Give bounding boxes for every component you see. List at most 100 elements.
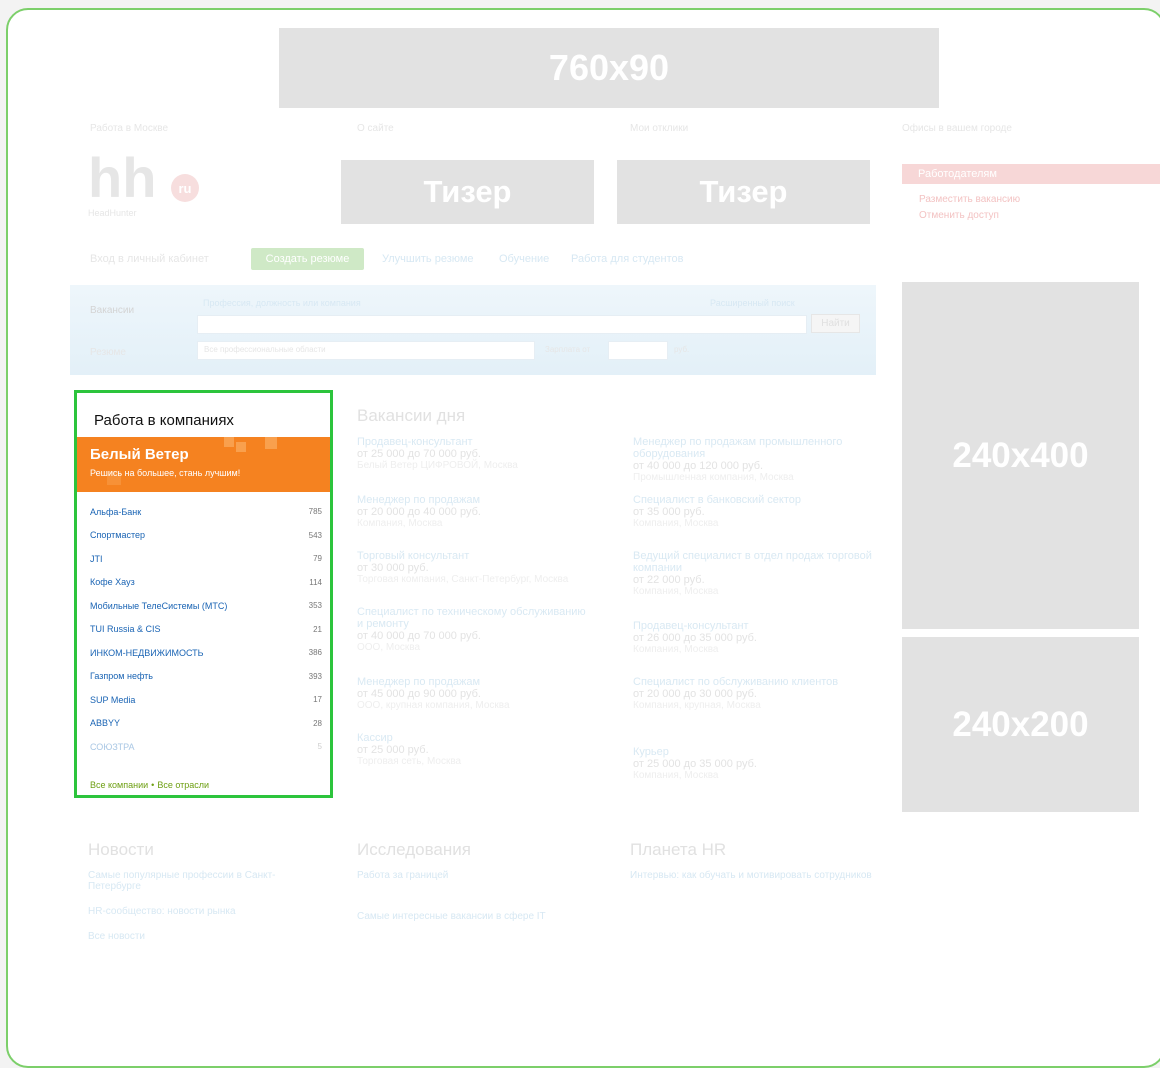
employer-link-cancel[interactable]: Отменить доступ bbox=[919, 210, 999, 221]
vacancy-title[interactable]: Кассир bbox=[357, 732, 592, 744]
company-name[interactable]: TUI Russia & CIS bbox=[90, 624, 161, 634]
vacancy-card[interactable]: Менеджер по продажам промышленного обору… bbox=[633, 436, 878, 494]
top-link-city[interactable]: Работа в Москве bbox=[90, 123, 168, 134]
top-link-responses[interactable]: Мои отклики bbox=[630, 123, 688, 134]
vacancy-card[interactable]: Специалист в банковский сектор от 35 000 … bbox=[633, 494, 878, 550]
vacancy-title[interactable]: Менеджер по продажам bbox=[357, 494, 592, 506]
vacancy-card[interactable]: Ведущий специалист в отдел продаж торгов… bbox=[633, 550, 878, 620]
employer-link-post[interactable]: Разместить вакансию bbox=[919, 194, 1020, 205]
vacancy-title[interactable]: Курьер bbox=[633, 746, 878, 758]
find-button[interactable]: Найти bbox=[811, 314, 860, 333]
advanced-search-link[interactable]: Расширенный поиск bbox=[710, 298, 795, 308]
promo-banner-white-wind[interactable]: Белый Ветер Решись на большее, стань луч… bbox=[77, 437, 330, 492]
promo-decor-square bbox=[265, 437, 277, 449]
research-link[interactable]: Работа за границей bbox=[357, 870, 597, 881]
vacancy-title[interactable]: Продавец-консультант bbox=[357, 436, 592, 448]
vacancy-company: Компания, Москва bbox=[633, 770, 719, 781]
company-item[interactable]: СОЮЗТРА 5 bbox=[90, 735, 322, 759]
company-name[interactable]: Газпром нефть bbox=[90, 671, 153, 681]
vacancy-title[interactable]: Специалист в банковский сектор bbox=[633, 494, 878, 506]
company-item[interactable]: SUP Media 17 bbox=[90, 688, 322, 712]
company-item[interactable]: TUI Russia & CIS 21 bbox=[90, 618, 322, 642]
company-item[interactable]: JTI 79 bbox=[90, 547, 322, 571]
vacancy-salary: от 25 000 до 70 000 руб. bbox=[357, 448, 481, 460]
company-name[interactable]: ИНКОМ-НЕДВИЖИМОСТЬ bbox=[90, 648, 204, 658]
vacancy-title[interactable]: Продавец-консультант bbox=[633, 620, 878, 632]
salary-currency: руб. bbox=[674, 345, 690, 354]
vacancy-card[interactable]: Курьер от 25 000 до 35 000 руб. Компания, … bbox=[633, 746, 878, 802]
nav-link-education[interactable]: Обучение bbox=[499, 253, 549, 265]
company-item[interactable]: Мобильные ТелеСистемы (МТС) 353 bbox=[90, 594, 322, 618]
vacancy-card[interactable]: Специалист по обслуживанию клиентов от 20… bbox=[633, 676, 878, 746]
vacancy-company: Белый Ветер ЦИФРОВОЙ, Москва bbox=[357, 460, 518, 471]
all-industries-link[interactable]: Все отрасли bbox=[157, 780, 209, 790]
vacancy-card[interactable]: Кассир от 25 000 руб. Торговая сеть, Москв… bbox=[357, 732, 592, 788]
research-link[interactable]: Самые интересные вакансии в сфере IT bbox=[357, 911, 597, 922]
vacancy-card[interactable]: Торговый консультант от 30 000 руб. Торгов… bbox=[357, 550, 592, 606]
vacancy-card[interactable]: Менеджер по продажам от 45 000 до 90 000 … bbox=[357, 676, 592, 732]
company-item[interactable]: Газпром нефть 393 bbox=[90, 665, 322, 689]
company-count: 79 bbox=[313, 554, 322, 564]
company-name[interactable]: SUP Media bbox=[90, 695, 135, 705]
vacancy-company: ООО, Москва bbox=[357, 642, 421, 653]
company-name[interactable]: Кофе Хауз bbox=[90, 577, 135, 587]
nav-link-students[interactable]: Работа для студентов bbox=[571, 253, 684, 265]
vacancy-title[interactable]: Менеджер по продажам bbox=[357, 676, 592, 688]
company-item[interactable]: ИНКОМ-НЕДВИЖИМОСТЬ 386 bbox=[90, 641, 322, 665]
vacancy-title[interactable]: Менеджер по продажам промышленного обору… bbox=[633, 436, 878, 460]
create-resume-button[interactable]: Создать резюме bbox=[251, 248, 364, 270]
side-banner-240x400[interactable]: 240x400 bbox=[902, 282, 1139, 629]
vacancy-title[interactable]: Специалист по техническому обслуживанию … bbox=[357, 606, 592, 630]
vacancy-company: Компания, Москва bbox=[633, 518, 719, 529]
tab-resumes[interactable]: Резюме bbox=[90, 347, 126, 358]
company-count: 386 bbox=[308, 648, 322, 658]
company-name[interactable]: Мобильные ТелеСистемы (МТС) bbox=[90, 601, 227, 611]
planet-hr-link[interactable]: Интервью: как обучать и мотивировать сот… bbox=[630, 870, 875, 881]
company-list: Альфа-Банк 785 Спортмастер 543 JTI 79 Кофе … bbox=[90, 500, 322, 759]
vacancy-card[interactable]: Продавец-консультант от 25 000 до 70 000 … bbox=[357, 436, 592, 494]
company-name[interactable]: JTI bbox=[90, 554, 103, 564]
company-item[interactable]: Кофе Хауз 114 bbox=[90, 571, 322, 595]
company-item[interactable]: Альфа-Банк 785 bbox=[90, 500, 322, 524]
company-name[interactable]: Альфа-Банк bbox=[90, 507, 141, 517]
vacancy-salary: от 40 000 до 70 000 руб. bbox=[357, 630, 481, 642]
top-banner[interactable]: 760x90 bbox=[279, 28, 939, 108]
top-link-offices[interactable]: Офисы в вашем городе bbox=[902, 123, 1012, 134]
vacancy-title[interactable]: Ведущий специалист в отдел продаж торгов… bbox=[633, 550, 878, 574]
company-name[interactable]: СОЮЗТРА bbox=[90, 742, 135, 752]
salary-input[interactable] bbox=[608, 341, 668, 360]
news-link[interactable]: Все новости bbox=[88, 931, 308, 942]
search-input[interactable] bbox=[197, 315, 807, 334]
vacancy-title[interactable]: Торговый консультант bbox=[357, 550, 592, 562]
company-item[interactable]: ABBYY 28 bbox=[90, 712, 322, 736]
employer-box-title[interactable]: Работодателям bbox=[902, 164, 1160, 184]
vacancy-company: Торговая компания, Санкт-Петербург, Моск… bbox=[357, 574, 569, 585]
login-link[interactable]: Вход в личный кабинет bbox=[90, 253, 209, 265]
news-link[interactable]: Самые популярные профессии в Санкт-Петер… bbox=[88, 870, 308, 892]
teaser-banner-1[interactable]: Тизер bbox=[341, 160, 594, 224]
company-item[interactable]: Спортмастер 543 bbox=[90, 524, 322, 548]
logo-tagline: HeadHunter bbox=[88, 208, 137, 218]
planet-hr-title: Планета HR bbox=[630, 840, 727, 859]
teaser-banner-2[interactable]: Тизер bbox=[617, 160, 870, 224]
all-companies-link[interactable]: Все компании bbox=[90, 780, 148, 790]
planet-hr-list: Интервью: как обучать и мотивировать сот… bbox=[630, 870, 875, 881]
vacancy-salary: от 26 000 до 35 000 руб. bbox=[633, 632, 757, 644]
vacancy-title[interactable]: Специалист по обслуживанию клиентов bbox=[633, 676, 878, 688]
top-link-about[interactable]: О сайте bbox=[357, 123, 394, 134]
vacancy-salary: от 30 000 руб. bbox=[357, 562, 429, 574]
company-count: 5 bbox=[317, 742, 322, 752]
area-select[interactable]: Все профессиональные области bbox=[197, 341, 535, 360]
hh-logo[interactable]: hh bbox=[88, 150, 156, 206]
news-link[interactable]: HR-сообщество: новости рынка bbox=[88, 906, 308, 917]
company-name[interactable]: Спортмастер bbox=[90, 530, 145, 540]
company-name[interactable]: ABBYY bbox=[90, 718, 120, 728]
nav-link-improve[interactable]: Улучшить резюме bbox=[382, 253, 474, 265]
company-count: 21 bbox=[313, 624, 322, 634]
tab-vacancies[interactable]: Вакансии bbox=[90, 305, 134, 316]
vacancy-card[interactable]: Менеджер по продажам от 20 000 до 40 000 … bbox=[357, 494, 592, 550]
vacancy-card[interactable]: Продавец-консультант от 26 000 до 35 000 … bbox=[633, 620, 878, 676]
vacancy-card[interactable]: Специалист по техническому обслуживанию … bbox=[357, 606, 592, 676]
side-banner-240x200[interactable]: 240x200 bbox=[902, 637, 1139, 812]
teaser-1-label: Тизер bbox=[423, 174, 512, 209]
